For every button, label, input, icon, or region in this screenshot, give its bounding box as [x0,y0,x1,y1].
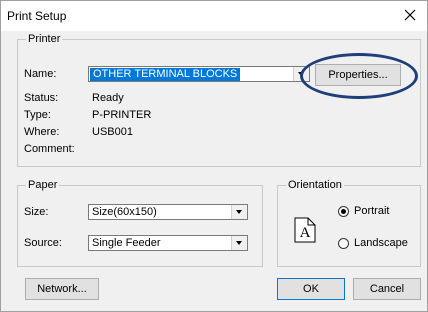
printer-group-label: Printer [26,33,63,46]
dialog-title: Print Setup [7,9,67,23]
orientation-group: Orientation A Portrait Landscape [277,179,421,267]
status-value: Ready [92,92,124,104]
where-value: USB001 [92,126,133,138]
comment-label: Comment: [24,143,75,155]
ok-button[interactable]: OK [277,278,345,300]
portrait-radio[interactable] [338,206,349,217]
paper-group: Paper Size: Size(60x150) Source: Single … [17,179,263,267]
name-label: Name: [24,68,57,80]
printer-name-dropdown[interactable]: OTHER TERMINAL BLOCKS [88,66,310,82]
portrait-page-icon: A [294,217,316,243]
paper-source-value: Single Feeder [92,237,161,249]
dropdown-arrow-icon[interactable] [231,205,247,219]
properties-button[interactable]: Properties... [315,64,401,86]
status-label: Status: [24,92,59,104]
landscape-radio[interactable] [338,238,349,249]
network-button[interactable]: Network... [25,278,99,300]
dropdown-arrow-icon[interactable] [293,67,309,81]
where-label: Where: [24,126,60,138]
type-value: P-PRINTER [92,109,152,121]
paper-size-value: Size(60x150) [92,206,157,218]
cancel-button[interactable]: Cancel [353,278,421,300]
title-bar: Print Setup [1,1,427,31]
type-label: Type: [24,109,51,121]
portrait-label[interactable]: Portrait [354,205,389,218]
paper-group-label: Paper [26,179,60,192]
printer-group: Printer Name: OTHER TERMINAL BLOCKS Prop… [17,33,421,167]
dropdown-arrow-icon[interactable] [231,236,247,250]
printer-name-value: OTHER TERMINAL BLOCKS [90,68,241,81]
size-label: Size: [24,206,49,218]
print-setup-dialog: Print Setup Printer Name: OTHER TERMINAL… [0,0,428,312]
orientation-group-label: Orientation [286,179,344,192]
paper-size-dropdown[interactable]: Size(60x150) [88,204,248,220]
source-label: Source: [24,237,62,249]
paper-source-dropdown[interactable]: Single Feeder [88,235,248,251]
landscape-label[interactable]: Landscape [354,237,408,250]
close-icon[interactable] [401,6,419,24]
page-glyph: A [300,225,311,241]
